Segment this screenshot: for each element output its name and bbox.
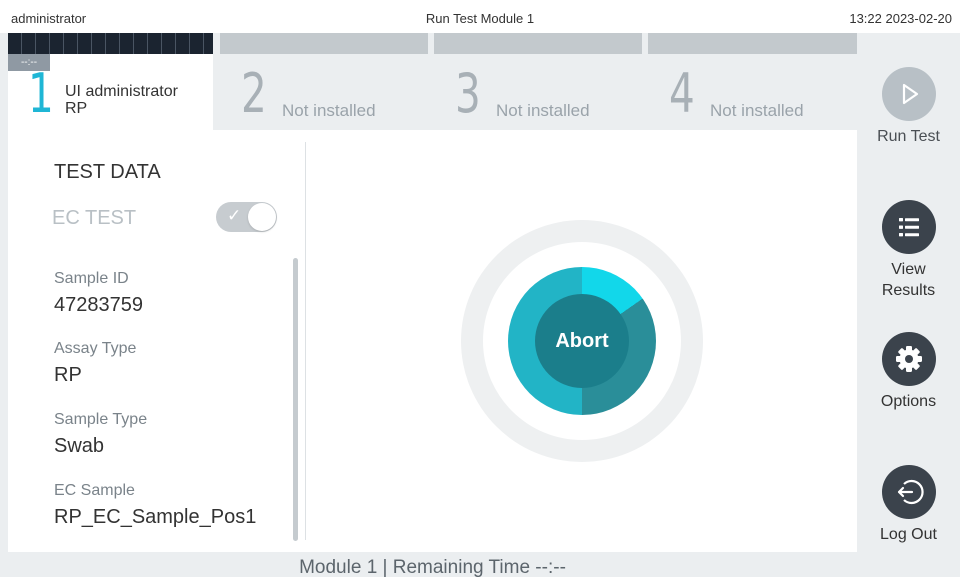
main-panel: TEST DATA EC TEST ✓ Sample ID 47283759 A…: [8, 130, 857, 552]
options-button[interactable]: Options: [857, 332, 960, 412]
run-test-button[interactable]: Run Test: [857, 67, 960, 147]
module-progress-strip: [8, 33, 213, 54]
module-tab-4[interactable]: 4 Not installed: [648, 33, 857, 130]
module-status: Not installed: [282, 101, 376, 120]
abort-label[interactable]: Abort: [508, 330, 656, 353]
panel-divider: [305, 142, 306, 540]
module-number: 4: [669, 62, 695, 125]
module-tab-2[interactable]: 2 Not installed: [220, 33, 428, 130]
toggle-knob: [248, 203, 276, 231]
module-tabs: --:-- 1 UI administrator RP 2 Not instal…: [8, 33, 857, 130]
assay-type-label: Assay Type: [54, 340, 137, 357]
module-progress-strip: [220, 33, 428, 54]
right-sidebar: Run Test View Results Options Log Out: [857, 33, 960, 577]
module-number: 2: [241, 62, 267, 125]
gear-icon: [881, 332, 936, 386]
view-results-label-line2: Results: [881, 282, 936, 299]
ec-sample-value: RP_EC_Sample_Pos1: [54, 506, 257, 528]
test-data-title: TEST DATA: [54, 161, 161, 183]
date-time: 13:22 2023-02-20: [849, 11, 952, 26]
module-status: Not installed: [496, 101, 590, 120]
module-tab-1[interactable]: --:-- 1 UI administrator RP: [8, 33, 213, 130]
view-results-button[interactable]: View Results: [857, 200, 960, 301]
module-progress-strip: [434, 33, 642, 54]
sample-id-label: Sample ID: [54, 270, 129, 287]
sample-type-label: Sample Type: [54, 411, 148, 428]
top-status-bar: administrator Run Test Module 1 13:22 20…: [0, 0, 960, 33]
log-out-label: Log Out: [880, 526, 937, 543]
view-results-label-line1: View: [891, 261, 926, 278]
module-assay: RP: [65, 100, 88, 117]
test-data-panel: TEST DATA EC TEST ✓ Sample ID 47283759 A…: [8, 130, 303, 552]
ec-test-toggle[interactable]: ✓: [216, 202, 277, 232]
play-icon: [881, 67, 936, 121]
module-progress-strip: [648, 33, 857, 54]
sample-id-value: 47283759: [54, 294, 143, 316]
ec-sample-label: EC Sample: [54, 482, 135, 499]
module-status: Not installed: [710, 101, 804, 120]
list-icon: [881, 200, 936, 254]
log-out-icon: [881, 465, 936, 519]
log-out-button[interactable]: Log Out: [857, 465, 960, 545]
run-test-label: Run Test: [877, 128, 940, 145]
module-status-bar: Module 1 | Remaining Time --:--: [8, 552, 857, 577]
module-user: UI administrator: [65, 83, 178, 100]
window-title: Run Test Module 1: [425, 11, 535, 26]
sample-type-value: Swab: [54, 435, 105, 457]
module-tab-3[interactable]: 3 Not installed: [434, 33, 642, 130]
module-number: 1: [28, 62, 54, 125]
ec-test-label: EC TEST: [52, 207, 137, 229]
assay-type-value: RP: [54, 364, 82, 386]
check-icon: ✓: [227, 206, 242, 225]
test-data-scrollbar[interactable]: [293, 258, 298, 541]
options-label: Options: [880, 393, 937, 410]
view-results-label: View Results: [857, 259, 960, 301]
module-number: 3: [455, 62, 481, 125]
